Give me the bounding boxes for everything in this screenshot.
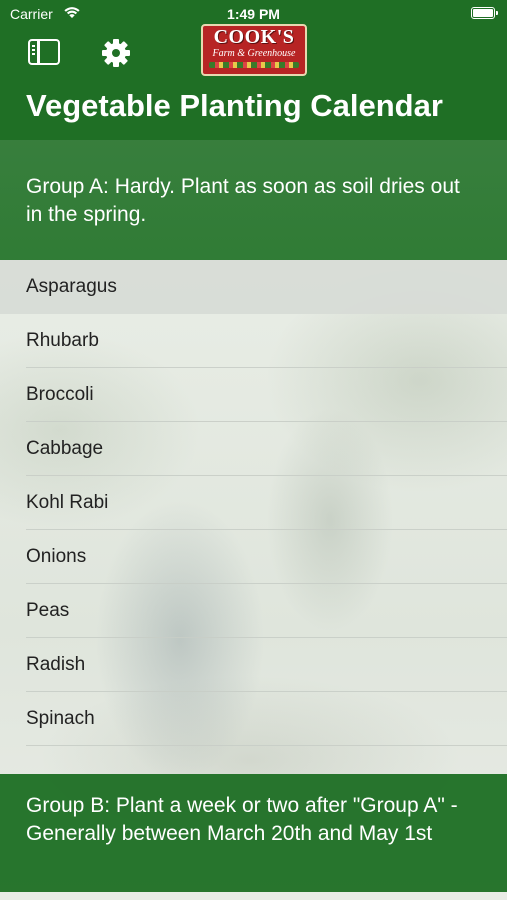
- list-item-spinach[interactable]: Spinach: [0, 692, 507, 746]
- cooks-logo: COOK'S Farm & Greenhouse: [201, 24, 307, 76]
- logo-subtitle: Farm & Greenhouse: [212, 48, 296, 59]
- group-b-header: Group B: Plant a week or two after "Grou…: [0, 774, 507, 892]
- sidebar-icon[interactable]: [28, 39, 60, 65]
- list-item-broccoli[interactable]: Broccoli: [0, 368, 507, 422]
- list-item-onions[interactable]: Onions: [0, 530, 507, 584]
- group-a-list: Asparagus Rhubarb Broccoli Cabbage Kohl …: [0, 260, 507, 746]
- list-item-rhubarb[interactable]: Rhubarb: [0, 314, 507, 368]
- list-item-radish[interactable]: Radish: [0, 638, 507, 692]
- list-item-peas[interactable]: Peas: [0, 584, 507, 638]
- list-item-asparagus[interactable]: Asparagus: [0, 260, 507, 314]
- status-time: 1:49 PM: [227, 6, 280, 22]
- gear-icon[interactable]: [101, 38, 131, 68]
- battery-icon: [471, 7, 498, 19]
- group-a-header: Group A: Hardy. Plant as soon as soil dr…: [0, 140, 507, 260]
- page-title: Vegetable Planting Calendar: [26, 88, 443, 123]
- navigation-header: Carrier 1:49 PM COOK'S Farm & Greenhouse…: [0, 0, 507, 140]
- list-item-kohl-rabi[interactable]: Kohl Rabi: [0, 476, 507, 530]
- logo-title: COOK'S: [213, 26, 295, 48]
- list-item-cabbage[interactable]: Cabbage: [0, 422, 507, 476]
- logo-decoration: [209, 62, 299, 68]
